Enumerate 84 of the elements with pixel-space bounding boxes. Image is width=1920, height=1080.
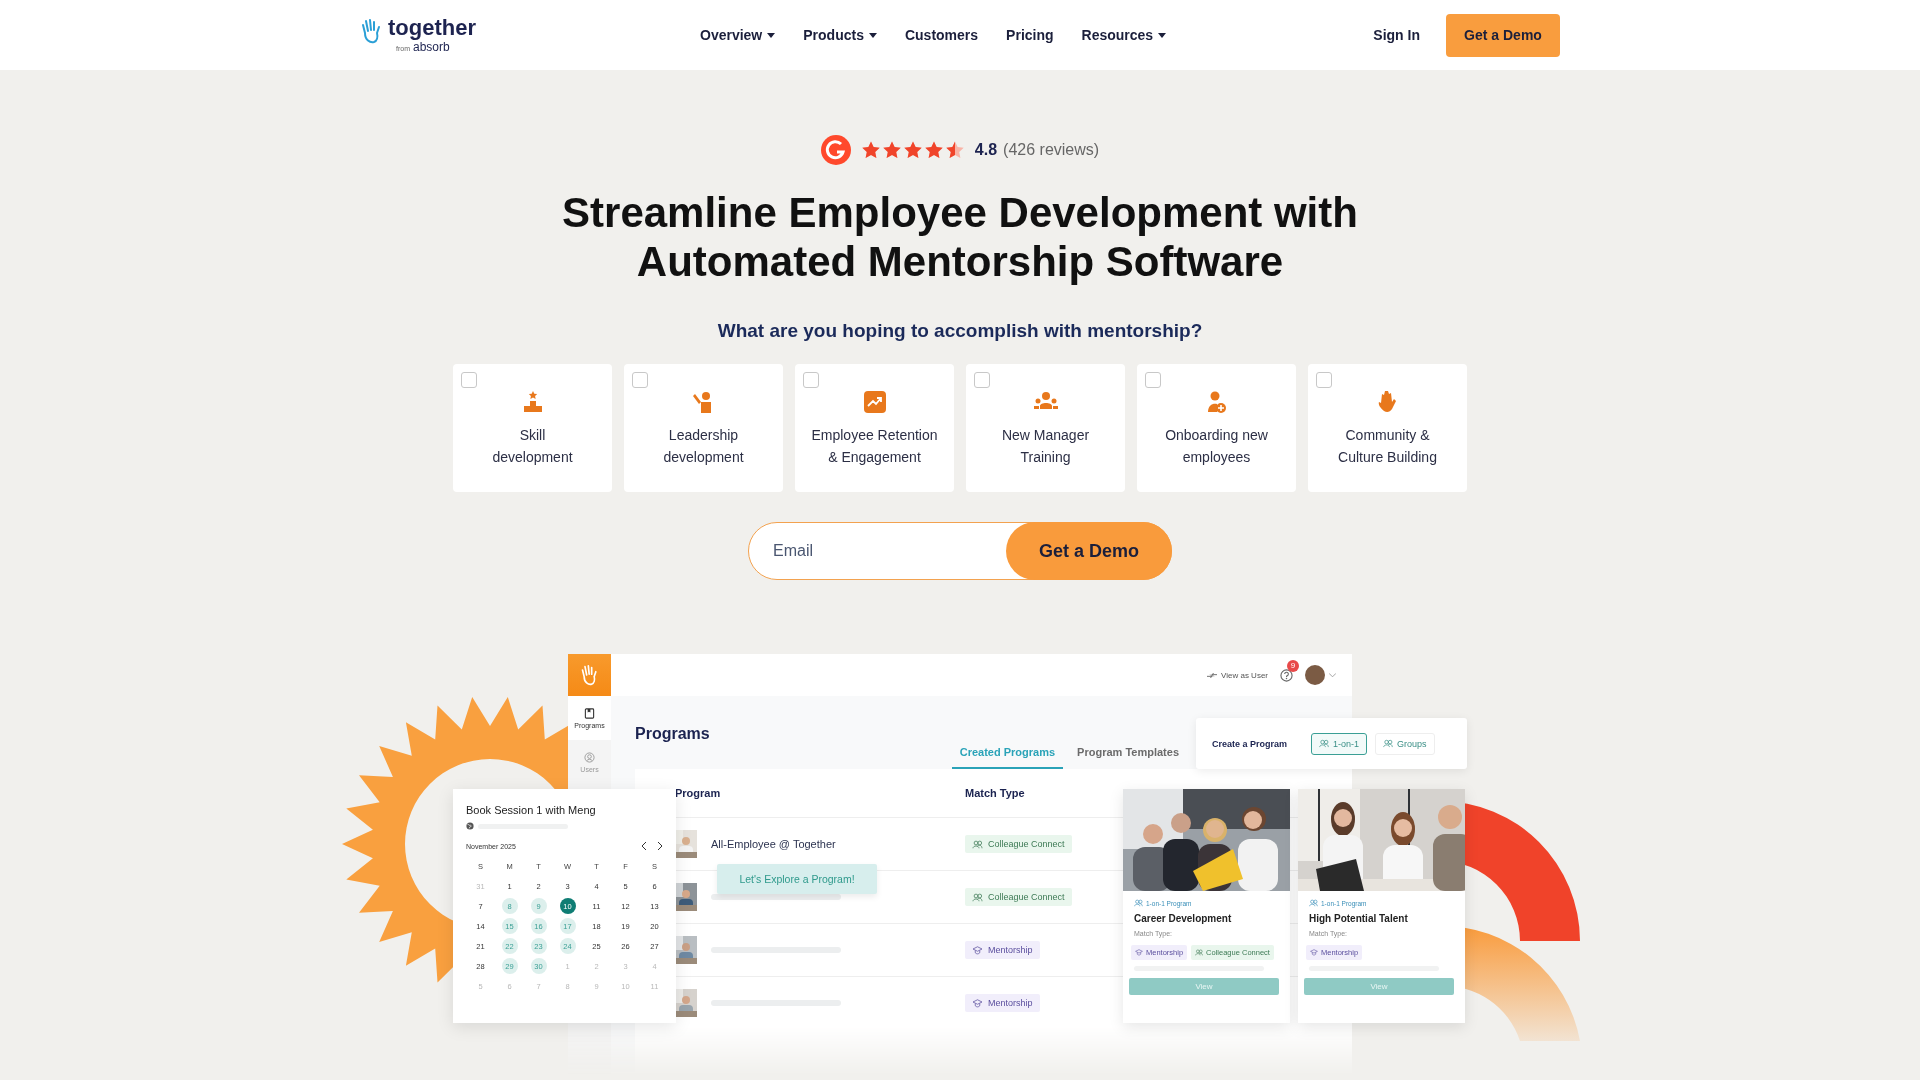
next-month-icon[interactable] <box>657 842 663 850</box>
graduation-cap-icon <box>1310 949 1318 956</box>
program-title: High Potential Talent <box>1309 913 1408 924</box>
avatar[interactable] <box>1305 665 1325 685</box>
graduation-cap-icon <box>1135 949 1143 956</box>
column-header: Program <box>674 787 722 799</box>
goal-label: Leadership development <box>663 426 744 467</box>
people-icon <box>1134 899 1143 907</box>
nav-link[interactable]: Pricing <box>1006 27 1054 43</box>
logo-brand-text: absorb <box>413 40 450 54</box>
star-icon <box>881 140 902 160</box>
people-icon <box>1195 949 1204 956</box>
star-icon <box>860 140 881 160</box>
goal-card[interactable]: Employee Retention & Engagement <box>795 364 954 492</box>
calendar-title: Book Session 1 with Meng <box>466 804 597 816</box>
nav-link[interactable]: Customers <box>904 27 979 43</box>
caret-icon[interactable] <box>1158 32 1167 38</box>
caret-icon[interactable] <box>767 32 776 38</box>
logo-wordmark[interactable]: together <box>388 16 476 40</box>
star-icon <box>944 140 965 160</box>
column-header: Match Type <box>965 787 1025 799</box>
help-icon[interactable] <box>1280 668 1293 682</box>
chevron-down-icon[interactable] <box>1329 672 1336 678</box>
goal-label: Community & Culture Building <box>1338 426 1437 467</box>
goal-label: New Manager Training <box>1001 426 1090 467</box>
page-title: Programs <box>635 724 710 743</box>
email-field[interactable]: Email Get a Demo <box>748 522 1172 580</box>
goal-checkbox[interactable] <box>1145 372 1161 388</box>
arrows-icon[interactable] <box>1207 671 1217 679</box>
program-type-button[interactable]: Groups <box>1375 732 1435 755</box>
program-title: Career Development <box>1134 913 1232 924</box>
view-as-user-link[interactable]: View as User <box>1207 670 1268 680</box>
create-program-label: Create a Program <box>1212 738 1288 749</box>
match-type-tag: Colleague Connect <box>965 835 1072 854</box>
goal-checkbox[interactable] <box>1316 372 1332 388</box>
nav-link[interactable]: Resources <box>1081 27 1167 43</box>
match-type-tag: Mentorship <box>965 941 1040 960</box>
tab[interactable]: Program Templates <box>1069 746 1187 769</box>
people-icon[interactable] <box>1319 739 1330 748</box>
hero-heading: Streamline Employee Development with Automated Mentorship Software <box>561 188 1359 286</box>
nav-link[interactable]: Products <box>803 27 877 43</box>
match-type-tag: Mentorship <box>965 994 1040 1013</box>
program-name[interactable]: All-Employee @ Together <box>711 838 836 850</box>
tooltip: Let's Explore a Program! <box>717 864 877 894</box>
goal-label: Employee Retention & Engagement <box>811 426 938 467</box>
hand-logo-icon <box>579 664 600 686</box>
goal-checkbox[interactable] <box>974 372 990 388</box>
goal-card[interactable]: Skill development <box>453 364 612 492</box>
people-icon <box>1309 899 1318 907</box>
goal-checkbox[interactable] <box>632 372 648 388</box>
app-logo-tile[interactable] <box>568 654 611 696</box>
star-icon <box>923 140 944 160</box>
nav-link[interactable]: Overview <box>700 27 776 43</box>
user-icon[interactable] <box>584 751 595 763</box>
goal-card[interactable]: Leadership development <box>624 364 783 492</box>
goal-label: Onboarding new employees <box>1165 426 1268 467</box>
rating-logo-icon <box>820 135 851 165</box>
trend-chart-icon <box>862 390 887 414</box>
program-type-button[interactable]: 1-on-1 <box>1311 732 1368 755</box>
goal-label: Skill development <box>492 426 573 467</box>
people-icon <box>972 892 983 902</box>
get-demo-button[interactable]: Get a Demo <box>1006 522 1172 580</box>
goal-card[interactable]: New Manager Training <box>966 364 1125 492</box>
rating-score: 4.8 <box>974 141 998 159</box>
previous-month-icon[interactable] <box>641 842 647 850</box>
people-icon[interactable] <box>1383 739 1394 748</box>
caret-icon[interactable] <box>868 32 877 38</box>
goal-checkbox[interactable] <box>461 372 477 388</box>
graduation-cap-icon <box>972 998 983 1008</box>
globe-icon <box>466 822 474 830</box>
goal-card[interactable]: Community & Culture Building <box>1308 364 1467 492</box>
match-type-tag: Colleague Connect <box>965 888 1072 907</box>
sign-in-link[interactable]: Sign In <box>1373 27 1420 43</box>
people-icon <box>972 839 983 849</box>
star-icon <box>902 140 923 160</box>
graduation-cap-icon <box>972 945 983 955</box>
get-demo-button[interactable]: Get a Demo <box>1446 13 1560 57</box>
email-field[interactable]: Email <box>749 523 1006 579</box>
review-count: (426 reviews) <box>1003 141 1100 159</box>
bookmark-icon[interactable] <box>584 707 595 719</box>
goal-question: What are you hoping to accomplish with mentorship? <box>717 320 1203 342</box>
goal-card[interactable]: Onboarding new employees <box>1137 364 1296 492</box>
goal-checkbox[interactable] <box>803 372 819 388</box>
notification-badge: 9 <box>1287 659 1299 672</box>
